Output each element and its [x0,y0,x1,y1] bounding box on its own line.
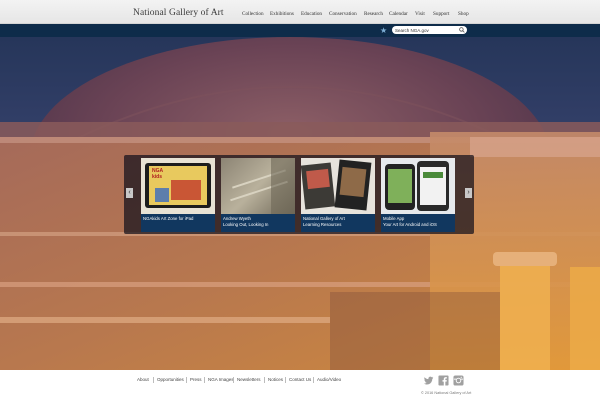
slide-thumbnail [381,158,455,214]
footer-link-opportunities[interactable]: Opportunities [157,377,184,382]
search-input[interactable] [395,26,457,34]
footer-divider [264,377,265,383]
footer-link-audio-video[interactable]: Audio/Video [317,377,341,382]
nav-exhibitions[interactable]: Exhibitions [270,11,294,17]
footer-divider [153,377,154,383]
slide-caption: Andrew Wyeth Looking Out, Looking In [221,214,295,232]
main-nav: Collection Exhibitions Education Conserv… [0,0,600,24]
nav-calendar[interactable]: Calendar [389,11,408,17]
search-bar: ★ [0,24,600,37]
footer-link-notices[interactable]: Notices [268,377,283,382]
nav-education[interactable]: Education [301,11,322,17]
footer-divider [233,377,234,383]
footer-link-newsletters[interactable]: Newsletters [237,377,261,382]
footer-divider [313,377,314,383]
twitter-icon[interactable] [423,375,434,386]
nav-collection[interactable]: Collection [242,11,264,17]
site-footer: About Opportunities Press NGA Images New… [0,370,600,400]
nav-conservation[interactable]: Conservation [329,11,357,17]
slide-thumbnail [301,158,375,214]
search-icon[interactable] [459,27,465,33]
footer-divider [285,377,286,383]
slide-caption: National Gallery of Art Learning Resourc… [301,214,375,232]
copyright: © 2016 National Gallery of Art [421,391,472,395]
footer-divider [204,377,205,383]
slide-caption: Mobile App Your Art for Android and iOS [381,214,455,232]
nav-visit[interactable]: Visit [415,11,425,17]
facebook-icon[interactable] [438,375,449,386]
nav-support[interactable]: Support [433,11,449,17]
hero-image: ‹ NGA kids NGAkids Art Zone for iPad And… [0,37,600,370]
carousel-next-button[interactable]: › [465,188,472,198]
footer-link-press[interactable]: Press [190,377,202,382]
slide-thumbnail: NGA kids [141,158,215,214]
featured-carousel: ‹ NGA kids NGAkids Art Zone for iPad And… [124,155,474,234]
site-header: National Gallery of Art Collection Exhib… [0,0,600,24]
carousel-prev-button[interactable]: ‹ [126,188,133,198]
footer-link-contact-us[interactable]: Contact Us [289,377,311,382]
nav-research[interactable]: Research [364,11,383,17]
nav-shop[interactable]: Shop [458,11,469,17]
slide-caption: NGAkids Art Zone for iPad [141,214,215,232]
footer-link-nga-images[interactable]: NGA Images [208,377,234,382]
footer-link-about[interactable]: About [137,377,149,382]
slide-thumbnail [221,158,295,214]
carousel-slide[interactable]: Andrew Wyeth Looking Out, Looking In [221,158,295,232]
star-icon[interactable]: ★ [380,25,387,36]
search-box[interactable] [392,26,467,34]
carousel-slide[interactable]: National Gallery of Art Learning Resourc… [301,158,375,232]
nga-kids-logo: NGA kids [152,168,163,180]
carousel-slide[interactable]: NGA kids NGAkids Art Zone for iPad [141,158,215,232]
carousel-slide[interactable]: Mobile App Your Art for Android and iOS [381,158,455,232]
instagram-icon[interactable] [453,375,464,386]
footer-divider [186,377,187,383]
